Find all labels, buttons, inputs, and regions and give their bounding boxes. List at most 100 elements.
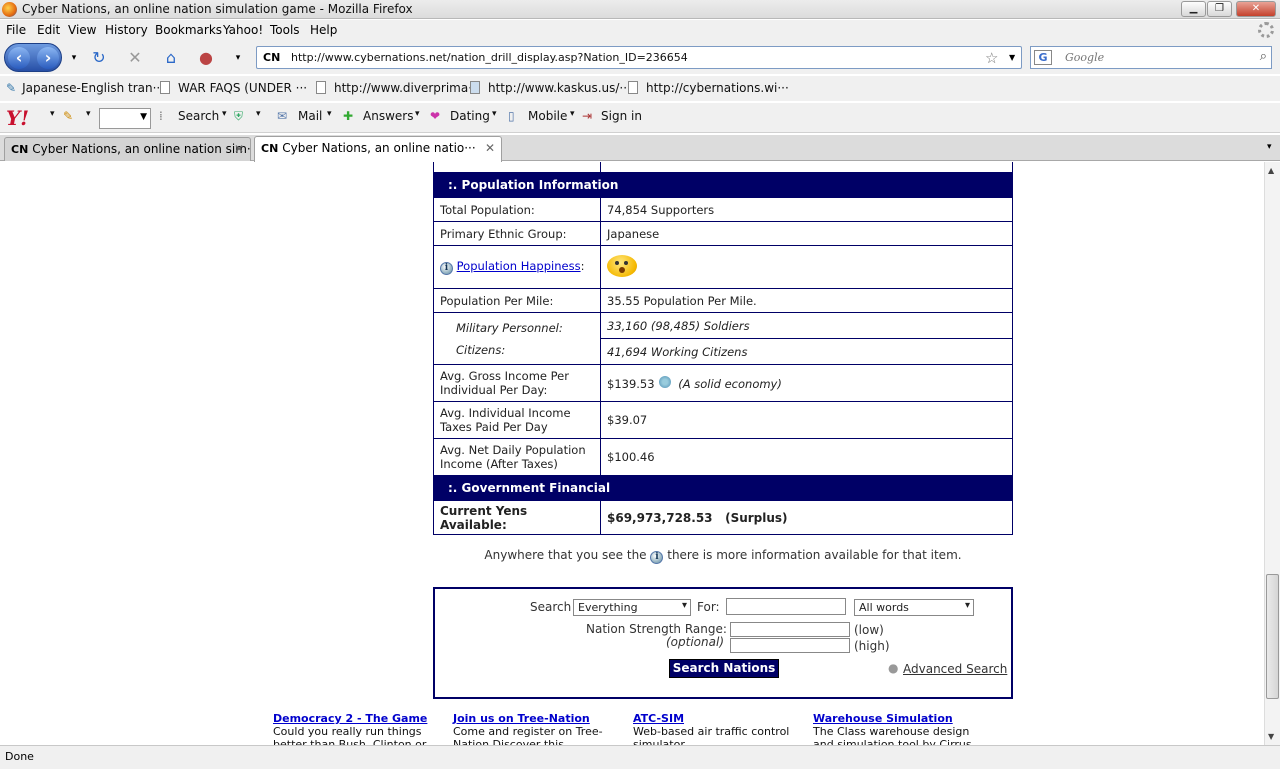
shield-icon[interactable]: ⛨ — [234, 109, 243, 124]
web-search-box[interactable]: G ⌕ — [1030, 46, 1272, 69]
bookmark-item[interactable]: http://cybernations.wi··· — [628, 81, 789, 95]
bookmark-item[interactable]: WAR FAQS (UNDER ··· — [160, 81, 307, 95]
menu-bookmarks[interactable]: Bookmarks — [155, 23, 222, 37]
magnifier-icon[interactable]: ⌕ — [1260, 49, 1267, 64]
menu-edit[interactable]: Edit — [37, 23, 60, 37]
menu-tools[interactable]: Tools — [270, 23, 300, 37]
search-nations-button[interactable]: Search Nations — [669, 659, 779, 678]
info-icon[interactable]: i — [440, 262, 453, 275]
surplus-status: (Surplus) — [725, 510, 788, 525]
dating-button[interactable]: Dating — [450, 109, 490, 123]
scope-select[interactable]: Everything — [573, 599, 691, 616]
mobile-button[interactable]: Mobile — [528, 109, 567, 123]
tab-close-icon[interactable]: ✕ — [485, 141, 495, 155]
tab-cyber-nations-1[interactable]: CN Cyber Nations, an online nation sim···… — [4, 137, 251, 161]
bookmark-item[interactable]: ✎ Japanese-English tran··· — [6, 81, 164, 95]
answers-dropdown-icon[interactable]: ▾ — [415, 109, 420, 119]
ad-title[interactable]: ATC-SIM — [633, 712, 803, 725]
maximize-button[interactable]: ❐ — [1207, 1, 1232, 17]
ad-item[interactable]: Join us on Tree-Nation Come and register… — [453, 712, 623, 745]
ad-item[interactable]: ATC-SIM Web-based air traffic control si… — [633, 712, 803, 745]
page-icon — [160, 81, 170, 94]
pencil-icon[interactable]: ✎ — [63, 109, 73, 123]
cut-off-row — [433, 162, 601, 173]
window-title: Cyber Nations, an online nation simulati… — [22, 2, 413, 16]
bookmark-item[interactable]: http://www.kaskus.us/··· — [470, 81, 631, 95]
yahoo-search-field[interactable]: ▼ — [99, 108, 151, 129]
shield-dropdown-icon[interactable]: ▾ — [256, 109, 261, 119]
advanced-search-link[interactable]: Advanced Search — [903, 662, 1007, 676]
history-dropdown-icon[interactable]: ▾ — [64, 48, 84, 68]
addon-dropdown-icon[interactable]: ▾ — [228, 48, 248, 68]
yahoo-dropdown-icon[interactable]: ▾ — [50, 109, 55, 119]
tab-close-icon[interactable]: ✕ — [234, 142, 244, 156]
window-title-bar: Cyber Nations, an online nation simulati… — [0, 0, 1280, 19]
bookmark-item[interactable]: http://www.diverprima··· — [316, 81, 480, 95]
back-arrow-icon[interactable]: ‹ — [8, 47, 30, 69]
home-icon[interactable]: ⌂ — [161, 48, 181, 68]
forward-arrow-icon[interactable]: › — [37, 47, 59, 69]
scroll-down-arrow-icon[interactable]: ▼ — [1268, 732, 1274, 741]
menu-view[interactable]: View — [68, 23, 96, 37]
ad-text: Web-based air traffic control simulator. — [633, 725, 790, 745]
addon-icon[interactable]: ● — [196, 48, 216, 68]
ad-title[interactable]: Join us on Tree-Nation — [453, 712, 623, 725]
taxes-label: Avg. Individual Income Taxes Paid Per Da… — [433, 401, 601, 439]
menu-help[interactable]: Help — [310, 23, 337, 37]
navigation-toolbar: ‹ › ▾ ↻ ✕ ⌂ ● ▾ CN http://www.cybernatio… — [0, 41, 1280, 74]
address-bar[interactable]: CN http://www.cybernations.net/nation_dr… — [256, 46, 1022, 69]
search-dropdown-icon[interactable]: ▾ — [222, 109, 227, 119]
dating-dropdown-icon[interactable]: ▾ — [492, 109, 497, 119]
menu-yahoo[interactable]: Yahoo! — [223, 23, 263, 37]
military-citizens-labels: Military Personnel: Citizens: — [433, 312, 601, 365]
yahoo-search-button[interactable]: Search — [178, 109, 219, 123]
scrollbar-thumb[interactable] — [1266, 574, 1279, 699]
nation-info-table: :. Population Information Total Populati… — [433, 162, 1013, 535]
bookmarks-toolbar: ✎ Japanese-English tran··· WAR FAQS (UNDE… — [0, 76, 1280, 101]
ad-item[interactable]: Democracy 2 - The Game Could you really … — [273, 712, 443, 745]
tab-list-dropdown-icon[interactable]: ▾ — [1267, 142, 1272, 152]
stop-icon[interactable]: ✕ — [125, 48, 145, 68]
words-select[interactable]: All words — [854, 599, 974, 616]
government-section-header: :. Government Financial — [433, 475, 1013, 501]
ad-item[interactable]: Warehouse Simulation The Class warehouse… — [813, 712, 983, 745]
mail-button[interactable]: Mail — [298, 109, 322, 123]
url-text[interactable]: http://www.cybernations.net/nation_drill… — [291, 51, 688, 64]
search-label: Search — [530, 600, 572, 614]
reload-icon[interactable]: ↻ — [89, 48, 109, 68]
sign-in-icon: ⇥ — [582, 109, 593, 123]
close-window-button[interactable]: ✕ — [1236, 1, 1276, 17]
pencil-dropdown-icon[interactable]: ▾ — [86, 109, 91, 119]
web-search-input[interactable] — [1065, 50, 1251, 65]
tab-cyber-nations-2[interactable]: CN Cyber Nations, an online natio··· ✕ — [254, 136, 502, 162]
menu-file[interactable]: File — [6, 23, 26, 37]
vertical-scrollbar[interactable]: ▲ ▼ — [1264, 162, 1280, 745]
mobile-dropdown-icon[interactable]: ▾ — [570, 109, 575, 119]
yens-value: $69,973,728.53 — [607, 510, 713, 525]
strength-low-input[interactable] — [730, 622, 850, 637]
google-engine-icon[interactable]: G — [1034, 50, 1052, 65]
page-icon — [628, 81, 638, 94]
info-icon: i — [650, 551, 664, 564]
strength-high-input[interactable] — [730, 638, 850, 653]
net-income-label: Avg. Net Daily Population Income (After … — [433, 438, 601, 476]
back-forward-group: ‹ › — [4, 43, 62, 72]
for-label: For: — [697, 600, 720, 614]
yahoo-logo-icon[interactable]: Y! — [6, 106, 29, 130]
scroll-up-arrow-icon[interactable]: ▲ — [1268, 166, 1274, 175]
ad-title[interactable]: Democracy 2 - The Game — [273, 712, 443, 725]
search-term-input[interactable] — [726, 598, 846, 615]
minimize-button[interactable]: ▁ — [1181, 1, 1206, 17]
bookmark-star-icon[interactable]: ☆ — [985, 49, 998, 67]
mail-dropdown-icon[interactable]: ▾ — [327, 109, 332, 119]
menu-history[interactable]: History — [105, 23, 148, 37]
ad-title[interactable]: Warehouse Simulation — [813, 712, 983, 725]
military-value: 33,160 (98,485) Soldiers — [600, 312, 1013, 339]
population-happiness-link[interactable]: Population Happiness — [457, 259, 581, 273]
per-mile-label: Population Per Mile: — [433, 288, 601, 313]
sign-in-button[interactable]: Sign in — [601, 109, 642, 123]
answers-button[interactable]: Answers — [363, 109, 413, 123]
military-label: Military Personnel: — [456, 320, 563, 335]
ad-text: The Class warehouse design and simulatio… — [813, 725, 972, 745]
url-dropdown-icon[interactable]: ▼ — [1009, 53, 1015, 62]
